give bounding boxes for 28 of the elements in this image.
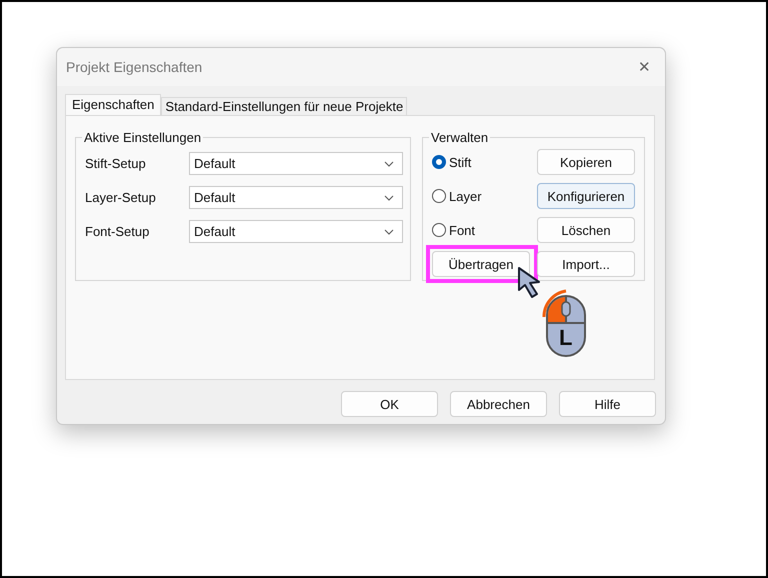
group-title: Verwalten (430, 130, 490, 145)
dialog-button[interactable]: Abbrechen (450, 391, 547, 417)
action-button[interactable]: Konfigurieren (537, 183, 635, 209)
field-label: Stift-Setup (85, 156, 147, 171)
tab[interactable]: Standard-Einstellungen für neue Projekte (161, 97, 408, 115)
chevron-icon (384, 194, 394, 200)
transfer-button[interactable]: Übertragen (432, 251, 530, 277)
radio-option[interactable]: Stift (432, 149, 532, 175)
tab[interactable]: Eigenschaften (65, 94, 162, 115)
action-button[interactable]: Import... (537, 251, 635, 277)
mouse-button-letter: L (559, 327, 572, 349)
radio-option[interactable]: Font (432, 217, 532, 243)
action-button[interactable]: Kopieren (537, 149, 635, 175)
cursor-icon (517, 266, 543, 300)
close-button[interactable]: ✕ (638, 58, 651, 76)
chevron-icon (384, 160, 394, 166)
dropdown[interactable]: Default (189, 220, 403, 243)
dialog-button[interactable]: OK (341, 391, 438, 417)
radio-option[interactable]: Layer (432, 183, 532, 209)
action-button[interactable]: Löschen (537, 217, 635, 243)
dialog-button[interactable]: Hilfe (559, 391, 656, 417)
window-title: Projekt Eigenschaften (66, 59, 202, 75)
group-title: Aktive Einstellungen (83, 130, 202, 145)
dropdown[interactable]: Default (189, 186, 403, 209)
field-label: Font-Setup (85, 224, 150, 239)
chevron-icon (384, 228, 394, 234)
dropdown[interactable]: Default (189, 152, 403, 175)
field-label: Layer-Setup (85, 190, 157, 205)
